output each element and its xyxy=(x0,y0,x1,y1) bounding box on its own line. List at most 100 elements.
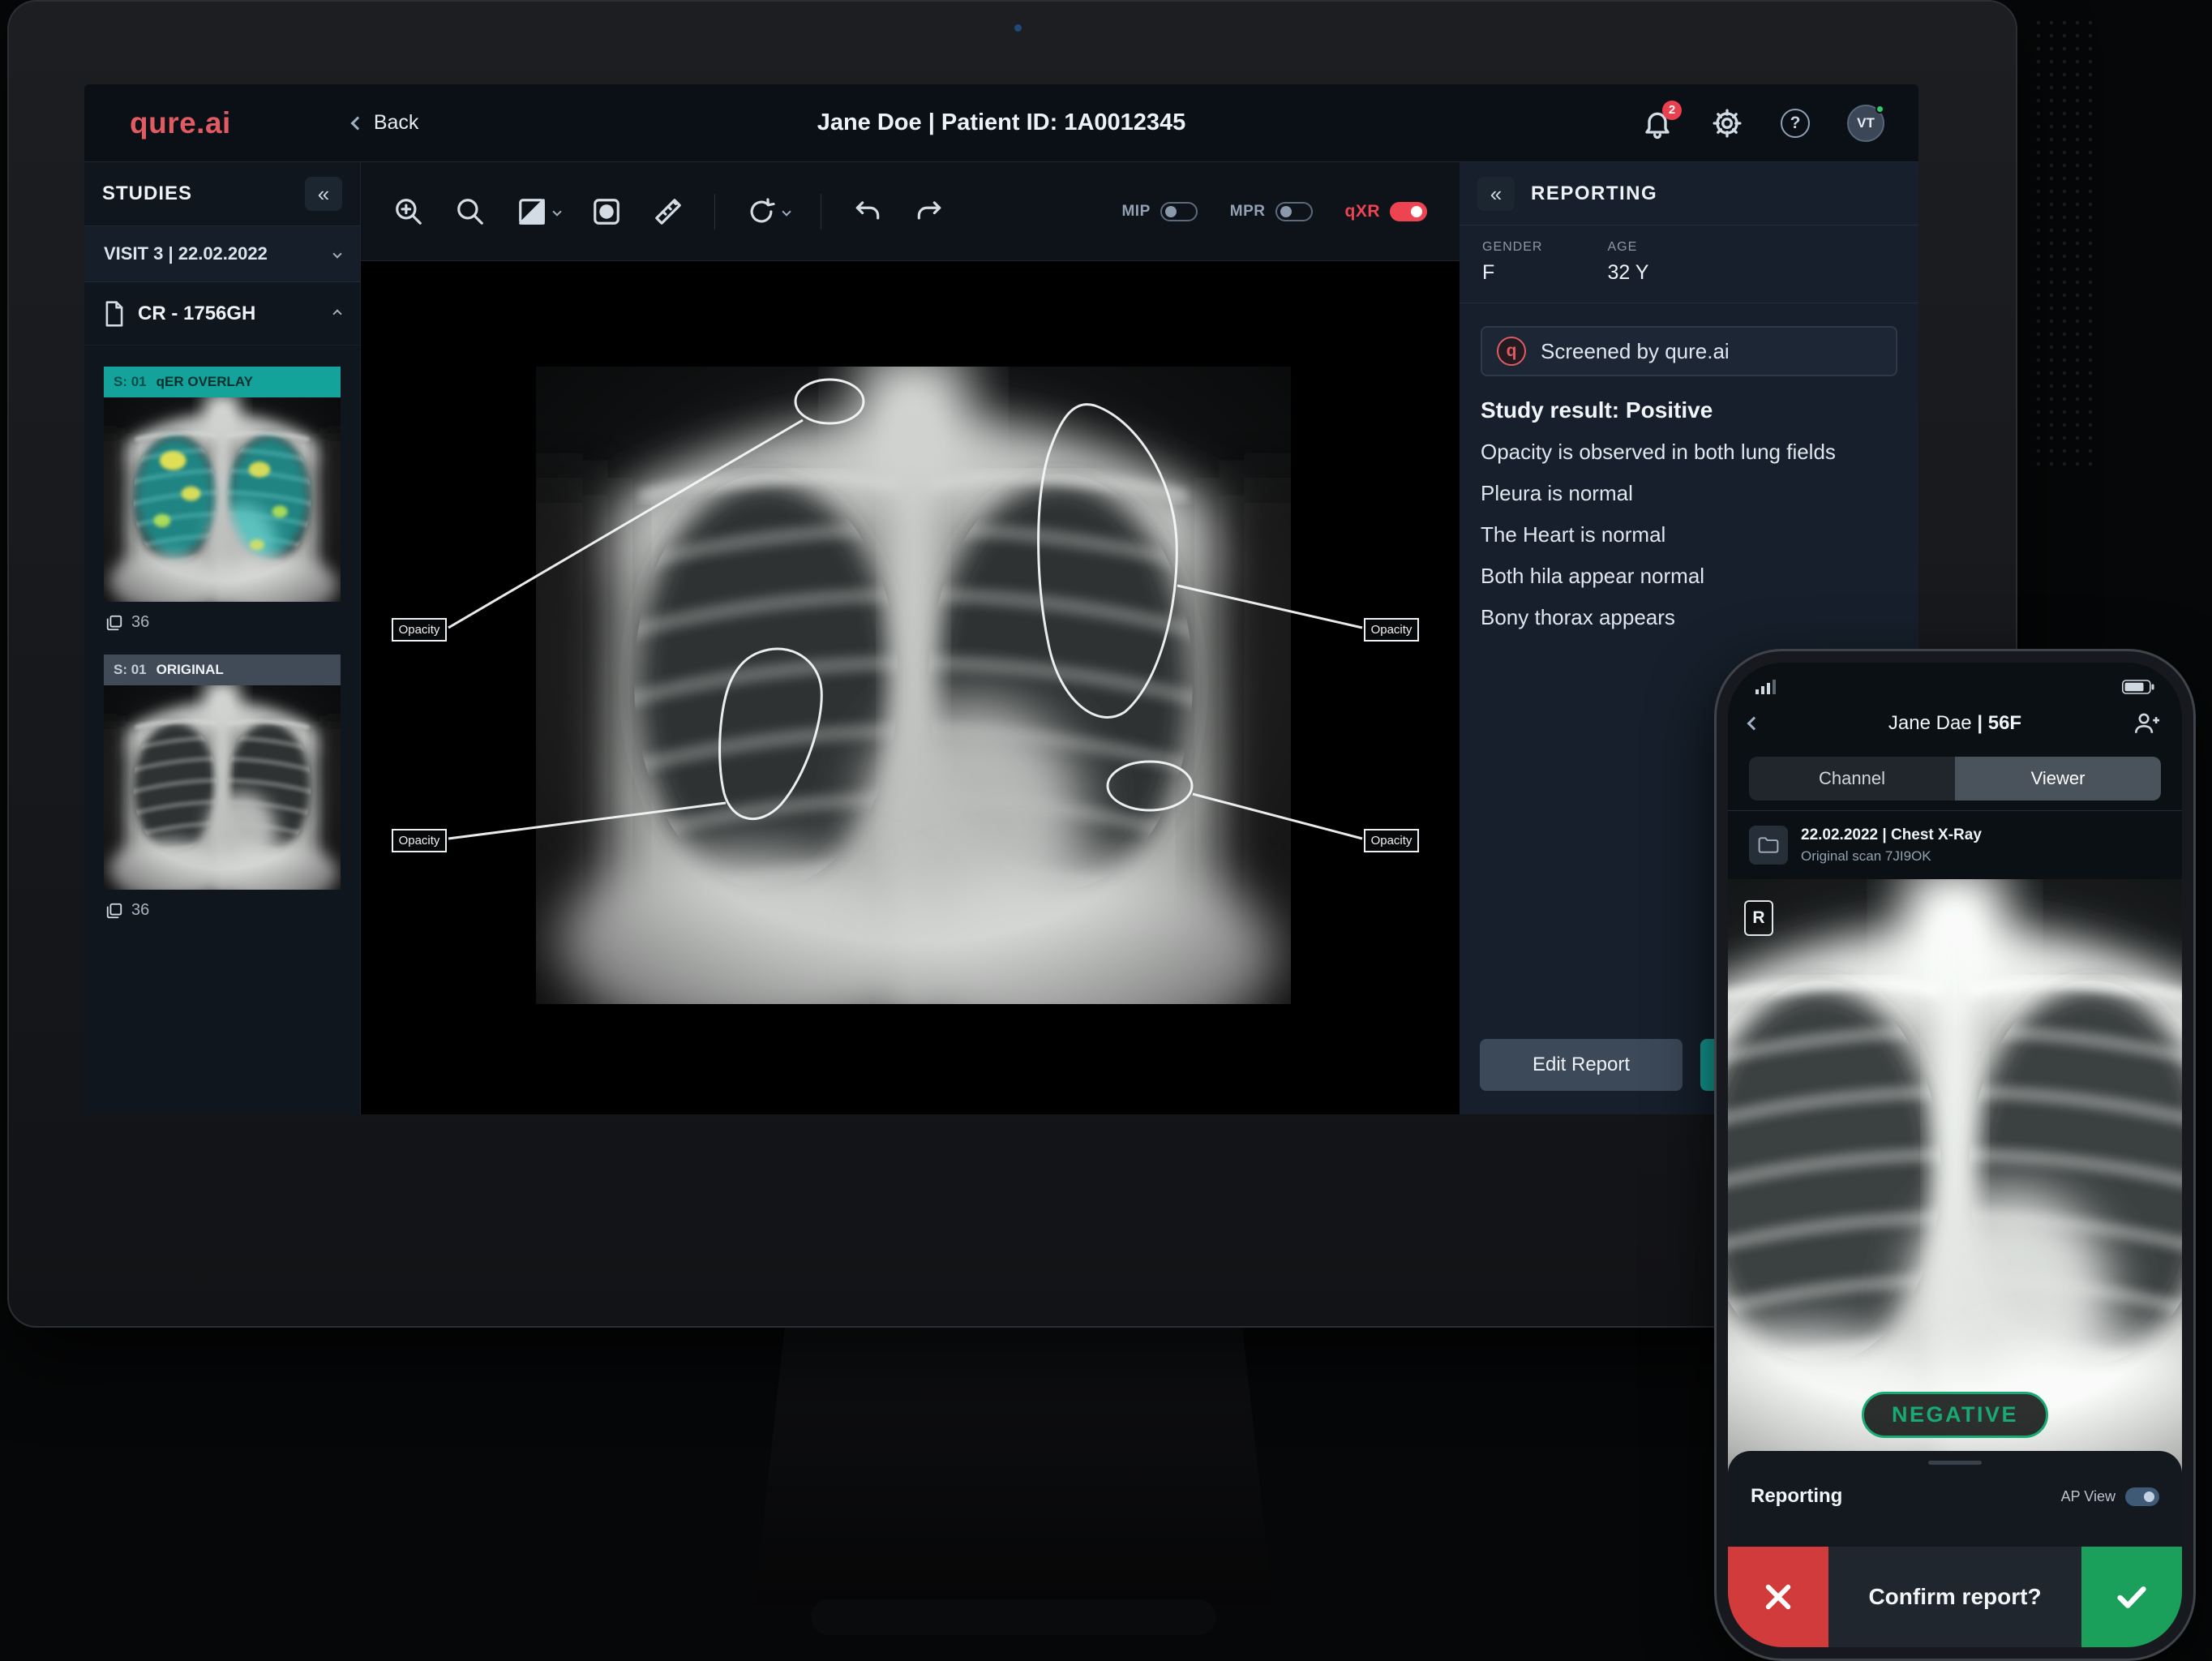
app-window: qure.ai Back Jane Doe | Patient ID: 1A00… xyxy=(84,84,1918,1114)
qer-overlay-thumbnail-image[interactable] xyxy=(104,397,341,602)
thumbnail-label-bar: S: 01 ORIGINAL xyxy=(104,655,341,685)
chevron-left-icon xyxy=(350,116,364,130)
series-name: ORIGINAL xyxy=(156,662,224,678)
notifications-button[interactable]: 2 xyxy=(1641,107,1674,139)
background-dots xyxy=(2032,16,2097,470)
zoom-in-tool[interactable] xyxy=(393,196,424,227)
mip-toggle-group: MIP xyxy=(1121,202,1197,221)
thumbnail-original[interactable]: S: 01 ORIGINAL 36 xyxy=(104,655,341,920)
qure-ai-logo: qure.ai xyxy=(130,106,231,140)
signal-icon xyxy=(1755,680,1777,694)
phone-header: Jane Dae | 56F xyxy=(1728,700,2182,747)
qxr-toggle[interactable] xyxy=(1390,202,1427,221)
mpr-toggle-group: MPR xyxy=(1230,202,1313,221)
confirm-report-text: Confirm report? xyxy=(1828,1547,2081,1647)
finding-item: Both hila appear normal xyxy=(1481,562,1897,591)
annotation-label: Opacity xyxy=(1364,618,1419,642)
patient-info-row: GENDER F AGE 32 Y xyxy=(1460,225,1918,303)
reject-report-button[interactable] xyxy=(1728,1547,1828,1647)
toolbar-divider xyxy=(714,194,715,230)
phone-back-button[interactable] xyxy=(1747,717,1761,731)
original-thumbnail-image[interactable] xyxy=(104,685,341,890)
collapse-studies-button[interactable]: « xyxy=(305,177,342,211)
magnify-tool[interactable] xyxy=(455,196,486,227)
studies-title: STUDIES xyxy=(102,182,192,205)
contrast-icon xyxy=(517,196,547,227)
phone-xray-view[interactable]: R NEGATIVE xyxy=(1728,879,2182,1472)
phone-screen: Jane Dae | 56F Channel Viewer 22.02.2022… xyxy=(1728,663,2182,1647)
help-button[interactable]: ? xyxy=(1781,109,1810,138)
series-label: CR - 1756GH xyxy=(138,303,255,325)
findings-list: Opacity is observed in both lung fields … xyxy=(1481,438,1897,644)
image-count-row: 36 xyxy=(105,613,339,632)
phone-tab-bar: Channel Viewer xyxy=(1728,747,2182,810)
thumbnail-qer-overlay[interactable]: S: 01 qER OVERLAY 36 xyxy=(104,367,341,632)
ap-view-toggle[interactable] xyxy=(2125,1487,2159,1506)
sheet-drag-handle[interactable] xyxy=(1928,1461,1982,1465)
visit-row[interactable]: VISIT 3 | 22.02.2022 xyxy=(84,225,360,282)
tab-channel[interactable]: Channel xyxy=(1749,757,1955,800)
phone-patient-name: Jane Dae xyxy=(1888,712,1972,734)
mpr-label: MPR xyxy=(1230,203,1266,221)
annotation-label: Opacity xyxy=(392,829,447,852)
zoom-in-icon xyxy=(393,196,424,227)
confirm-report-bar: Confirm report? xyxy=(1728,1547,2182,1647)
notification-badge: 2 xyxy=(1662,101,1682,120)
back-button[interactable]: Back xyxy=(353,111,419,135)
reporting-bottom-sheet: Reporting AP View xyxy=(1728,1451,2182,1547)
ap-view-label: AP View xyxy=(2061,1488,2116,1505)
phone-device: Jane Dae | 56F Channel Viewer 22.02.2022… xyxy=(1714,649,2196,1661)
approve-report-button[interactable] xyxy=(2081,1547,2182,1647)
tab-viewer[interactable]: Viewer xyxy=(1955,757,2161,800)
redo-button[interactable] xyxy=(914,196,945,227)
invert-tool[interactable] xyxy=(591,196,622,227)
phone-status-bar xyxy=(1728,663,2182,700)
scan-info-row[interactable]: 22.02.2022 | Chest X-Ray Original scan 7… xyxy=(1728,811,2182,879)
gender-label: GENDER xyxy=(1482,240,1542,255)
series-name: qER OVERLAY xyxy=(156,374,253,390)
add-person-icon[interactable] xyxy=(2133,711,2161,736)
redo-icon xyxy=(914,196,945,227)
mip-toggle[interactable] xyxy=(1160,202,1198,221)
layers-icon xyxy=(105,902,123,920)
xray-canvas[interactable]: Opacity Opacity Opacity Opacity xyxy=(361,261,1460,1114)
chevron-down-icon xyxy=(552,207,561,216)
visit-label: VISIT 3 | 22.02.2022 xyxy=(104,243,268,264)
settings-button[interactable] xyxy=(1711,107,1743,139)
folder-icon xyxy=(1758,836,1779,854)
annotation-label: Opacity xyxy=(392,618,447,642)
right-side-marker: R xyxy=(1744,900,1773,936)
age-value: 32 Y xyxy=(1607,261,1648,285)
check-icon xyxy=(2113,1578,2150,1616)
series-tag: S: 01 xyxy=(114,374,147,390)
gear-icon xyxy=(1711,107,1743,139)
image-count: 36 xyxy=(131,901,149,920)
finding-item: Pleura is normal xyxy=(1481,479,1897,509)
scan-title: 22.02.2022 | Chest X-Ray xyxy=(1801,826,1982,844)
window-level-tool[interactable] xyxy=(517,196,560,227)
screened-by-text: Screened by qure.ai xyxy=(1541,339,1730,364)
layers-icon xyxy=(105,614,123,632)
edit-report-button[interactable]: Edit Report xyxy=(1480,1039,1683,1091)
toggle-knob xyxy=(1165,206,1177,217)
user-avatar[interactable]: VT xyxy=(1847,105,1884,142)
undo-button[interactable] xyxy=(852,196,883,227)
toggle-knob xyxy=(1280,206,1292,217)
phone-chest-xray-image xyxy=(1728,879,2182,1472)
mpr-toggle[interactable] xyxy=(1275,202,1313,221)
monitor-stand xyxy=(754,1322,1273,1606)
image-viewer: MIP MPR qXR xyxy=(361,162,1460,1114)
rotate-tool[interactable] xyxy=(746,196,790,227)
negative-result-badge: NEGATIVE xyxy=(1862,1392,2048,1438)
app-header: qure.ai Back Jane Doe | Patient ID: 1A00… xyxy=(84,84,1918,162)
collapse-reporting-button[interactable]: « xyxy=(1477,177,1515,211)
undo-icon xyxy=(852,196,883,227)
search-icon xyxy=(455,196,486,227)
qxr-label: qXR xyxy=(1345,202,1381,221)
chevron-up-icon xyxy=(332,309,341,318)
measure-tool[interactable] xyxy=(653,196,684,227)
chevron-down-icon xyxy=(332,249,341,258)
back-label: Back xyxy=(374,111,419,135)
series-row[interactable]: CR - 1756GH xyxy=(84,282,360,346)
toggle-knob xyxy=(2144,1491,2154,1502)
